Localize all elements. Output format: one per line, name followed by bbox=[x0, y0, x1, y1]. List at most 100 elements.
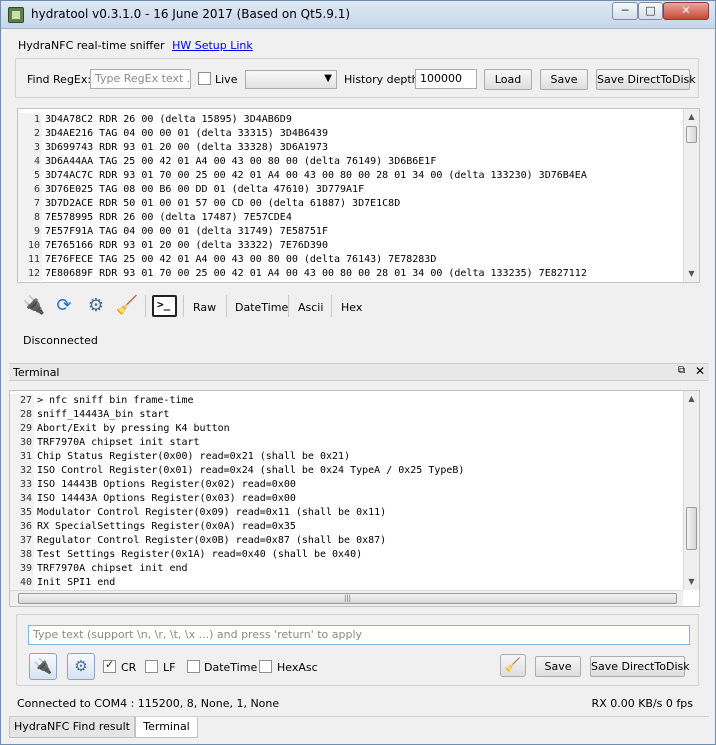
terminal-dock-title[interactable]: Terminal ⧉ ✕ bbox=[9, 363, 709, 381]
broom-clear-icon[interactable]: 🧹 bbox=[500, 654, 526, 677]
terminal-line: 32 ISO Control Register(0x01) read=0x24 (… bbox=[10, 464, 683, 478]
terminal-icon[interactable]: >_ bbox=[152, 295, 177, 317]
terminal-dock-label: Terminal bbox=[13, 366, 60, 379]
view-toolbar: 🔌 ⟳ ⚙ 🧹 >_ Raw DateTime Ascii Hex bbox=[18, 291, 698, 323]
hexasc-label: HexAsc bbox=[277, 661, 318, 674]
scroll-down-icon[interactable]: ▼ bbox=[684, 574, 699, 590]
hex-button[interactable]: Hex bbox=[341, 301, 362, 314]
refresh-icon[interactable]: ⟳ bbox=[52, 294, 76, 318]
terminal-scroll-thumb[interactable] bbox=[686, 507, 697, 550]
settings-gear-icon[interactable]: ⚙ bbox=[67, 653, 95, 680]
history-depth-input[interactable]: 100000 bbox=[415, 69, 477, 89]
terminal-line: 35 Modulator Control Register(0x09) read=… bbox=[10, 506, 683, 520]
terminal-hscroll-thumb[interactable]: ||| bbox=[18, 593, 677, 604]
log-line: 11 7E76FECE TAG 25 00 42 01 A4 00 43 00 8… bbox=[18, 253, 684, 267]
scroll-up-icon[interactable]: ▲ bbox=[684, 391, 699, 407]
line-text: 3D6A44AA TAG 25 00 42 01 A4 00 43 00 80 … bbox=[45, 156, 437, 167]
settings-gear-icon[interactable]: ⚙ bbox=[84, 294, 108, 318]
line-number: 9 bbox=[18, 225, 42, 239]
scroll-up-icon[interactable]: ▲ bbox=[684, 109, 699, 125]
line-number: 2 bbox=[18, 127, 42, 141]
line-text: > nfc sniff bin frame-time bbox=[37, 395, 194, 406]
datetime-button[interactable]: DateTime bbox=[235, 301, 288, 314]
dock-close-icon[interactable]: ✕ bbox=[695, 364, 705, 378]
line-text: 3D74AC7C RDR 93 01 70 00 25 00 42 01 A4 … bbox=[45, 170, 587, 181]
line-text: 3D7D2ACE RDR 50 01 00 01 57 00 CD 00 (de… bbox=[45, 198, 401, 209]
terminal-line: 30 TRF7970A chipset init start bbox=[10, 436, 683, 450]
line-text: TRF7970A chipset init start bbox=[37, 437, 200, 448]
line-text: 7E765166 RDR 93 01 20 00 (delta 33322) 7… bbox=[45, 240, 328, 251]
history-depth-label: History depth: bbox=[344, 73, 423, 86]
load-button[interactable]: Load bbox=[484, 69, 532, 90]
terminal-vertical-scrollbar[interactable]: ▲ ▼ bbox=[683, 391, 699, 590]
save-direct-to-disk-button[interactable]: Save DirectToDisk bbox=[596, 69, 696, 90]
terminal-save-button[interactable]: Save bbox=[535, 656, 581, 677]
maximize-button[interactable]: □ bbox=[638, 2, 663, 20]
toolbar-divider bbox=[331, 295, 332, 317]
line-number: 38 bbox=[10, 548, 34, 562]
toolbar-divider bbox=[226, 295, 227, 317]
datetime-checkbox[interactable] bbox=[187, 660, 200, 673]
line-number: 6 bbox=[18, 183, 42, 197]
send-panel: Type text (support \n, \r, \t, \x ...) a… bbox=[16, 614, 699, 686]
tab-terminal[interactable]: Terminal bbox=[135, 717, 198, 738]
log-line: 1 3D4A78C2 RDR 26 00 (delta 15895) 3D4AB6… bbox=[18, 113, 684, 127]
ascii-button[interactable]: Ascii bbox=[298, 301, 323, 314]
broom-clear-icon[interactable]: 🧹 bbox=[115, 294, 139, 318]
log-line: 6 3D76E025 TAG 08 00 B6 00 DD 01 (delta 4… bbox=[18, 183, 684, 197]
line-number: 5 bbox=[18, 169, 42, 183]
lf-checkbox[interactable] bbox=[145, 660, 158, 673]
terminal-horizontal-scrollbar[interactable]: ||| bbox=[10, 590, 683, 606]
terminal-line: 37 Regulator Control Register(0x0B) read=… bbox=[10, 534, 683, 548]
command-input[interactable]: Type text (support \n, \r, \t, \x ...) a… bbox=[28, 625, 690, 645]
line-text: 3D4A78C2 RDR 26 00 (delta 15895) 3D4AB6D… bbox=[45, 114, 292, 125]
terminal-line: 29 Abort/Exit by pressing K4 button bbox=[10, 422, 683, 436]
line-number: 10 bbox=[18, 239, 42, 253]
save-button[interactable]: Save bbox=[540, 69, 588, 90]
close-button[interactable]: ✕ bbox=[663, 2, 709, 20]
minimize-button[interactable]: ─ bbox=[612, 2, 638, 20]
usb-connect-icon[interactable]: 🔌 bbox=[22, 294, 46, 318]
cr-checkbox[interactable] bbox=[103, 658, 116, 673]
line-number: 3 bbox=[18, 141, 42, 155]
bottom-tab-bar: HydraNFC Find result Terminal bbox=[9, 716, 709, 738]
line-number: 32 bbox=[10, 464, 34, 478]
tab-hydranfc-find-result[interactable]: HydraNFC Find result bbox=[9, 717, 135, 738]
line-number: 34 bbox=[10, 492, 34, 506]
line-text: 7E57F91A TAG 04 00 00 01 (delta 31749) 7… bbox=[45, 226, 328, 237]
line-text: 7E76FECE TAG 25 00 42 01 A4 00 43 00 80 … bbox=[45, 254, 437, 265]
line-text: Chip Status Register(0x00) read=0x21 (sh… bbox=[37, 451, 351, 462]
log-line: 7 3D7D2ACE RDR 50 01 00 01 57 00 CD 00 (d… bbox=[18, 197, 684, 211]
line-text: 7E80689F RDR 93 01 70 00 25 00 42 01 A4 … bbox=[45, 268, 587, 279]
log-scroll-thumb[interactable] bbox=[686, 126, 697, 143]
log-line: 5 3D74AC7C RDR 93 01 70 00 25 00 42 01 A4… bbox=[18, 169, 684, 183]
terminal-save-direct-to-disk-button[interactable]: Save DirectToDisk bbox=[590, 656, 690, 677]
float-icon[interactable]: ⧉ bbox=[678, 365, 685, 376]
filter-toolbar: Find RegEx: Type RegEx text ... Live ▼ H… bbox=[15, 58, 699, 98]
line-number: 8 bbox=[18, 211, 42, 225]
log-line: 10 7E765166 RDR 93 01 20 00 (delta 33322)… bbox=[18, 239, 684, 253]
hexasc-checkbox[interactable] bbox=[259, 660, 272, 673]
chevron-down-icon: ▼ bbox=[324, 73, 332, 84]
log-vertical-scrollbar[interactable]: ▲ ▼ bbox=[683, 109, 699, 282]
rx-rate-status: RX 0.00 KB/s 0 fps bbox=[591, 697, 693, 710]
title-bar[interactable]: hydratool v0.3.1.0 - 16 June 2017 (Based… bbox=[1, 1, 715, 29]
terminal-line: 33 ISO 14443B Options Register(0x02) read… bbox=[10, 478, 683, 492]
history-select[interactable]: ▼ bbox=[245, 70, 337, 89]
line-number: 27 bbox=[10, 394, 34, 408]
sniffer-log-view[interactable]: 1 3D4A78C2 RDR 26 00 (delta 15895) 3D4AB6… bbox=[17, 108, 700, 283]
find-regex-input[interactable]: Type RegEx text ... bbox=[90, 69, 191, 89]
log-line: 2 3D4AE216 TAG 04 00 00 01 (delta 33315) … bbox=[18, 127, 684, 141]
terminal-line: 31 Chip Status Register(0x00) read=0x21 (… bbox=[10, 450, 683, 464]
hw-setup-link[interactable]: HW Setup Link bbox=[172, 39, 253, 52]
line-text: Test Settings Register(0x1A) read=0x40 (… bbox=[37, 549, 363, 560]
line-number: 36 bbox=[10, 520, 34, 534]
sniffer-label: HydraNFC real-time sniffer bbox=[18, 39, 165, 52]
raw-button[interactable]: Raw bbox=[193, 301, 216, 314]
terminal-output-view[interactable]: 27 > nfc sniff bin frame-time 28 sniff_1444… bbox=[9, 390, 700, 607]
log-line: 3 3D699743 RDR 93 01 20 00 (delta 33328) … bbox=[18, 141, 684, 155]
scroll-down-icon[interactable]: ▼ bbox=[684, 266, 699, 282]
live-checkbox[interactable] bbox=[198, 72, 211, 85]
line-number: 33 bbox=[10, 478, 34, 492]
usb-connect-icon[interactable]: 🔌 bbox=[29, 653, 57, 680]
